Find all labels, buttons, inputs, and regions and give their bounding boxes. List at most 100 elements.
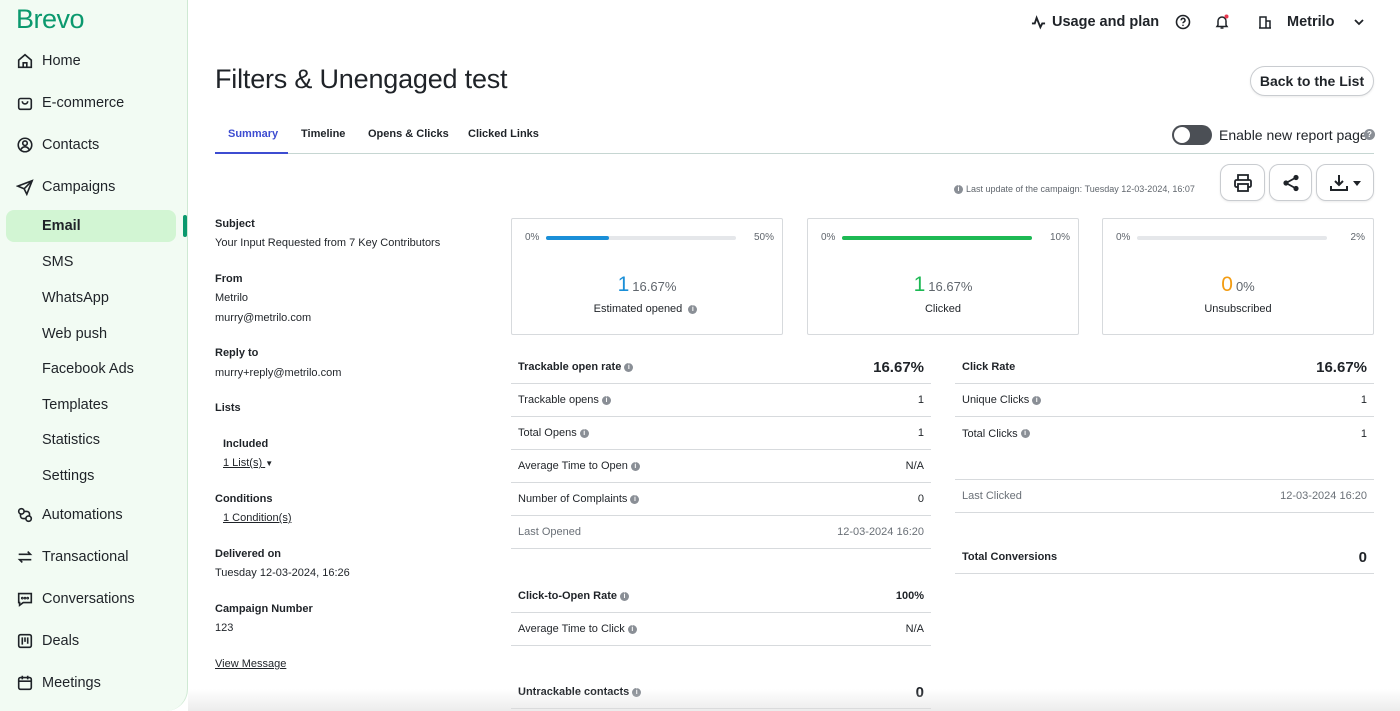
progress-track: [1137, 236, 1327, 240]
nav-automations-label: Automations: [42, 507, 123, 523]
info-icon[interactable]: i: [688, 304, 698, 314]
info-icon[interactable]: i: [601, 395, 611, 405]
trackable-opens-row: Trackable opens i 1: [511, 384, 931, 417]
tab-timeline[interactable]: Timeline: [301, 128, 345, 140]
tab-clicked-links[interactable]: Clicked Links: [468, 128, 539, 140]
automation-icon: [17, 507, 33, 523]
total-clicks-row: Total Clicks i 1: [955, 417, 1374, 450]
card-percent: 0%: [1235, 279, 1255, 294]
info-icon[interactable]: i: [579, 428, 589, 438]
nav-campaigns[interactable]: Campaigns: [16, 178, 115, 196]
share-button[interactable]: [1269, 164, 1312, 201]
tab-summary[interactable]: Summary: [228, 128, 278, 140]
conditions-link[interactable]: 1 Condition(s): [223, 512, 291, 524]
calendar-icon: [17, 675, 33, 691]
metric-value: 1: [1360, 427, 1367, 440]
total-conversions-row: Total Conversions 0: [955, 541, 1374, 574]
nav-statistics[interactable]: Statistics: [42, 432, 100, 448]
sidebar: Brevo Home E-commerce Contacts Campaigns…: [0, 0, 188, 711]
account-menu[interactable]: Metrilo: [1258, 14, 1365, 30]
nav-ecommerce[interactable]: E-commerce: [16, 94, 124, 112]
help-icon[interactable]: [1175, 14, 1191, 30]
info-icon[interactable]: i: [1020, 429, 1030, 438]
nav-meetings[interactable]: Meetings: [16, 674, 101, 692]
active-indicator: [183, 215, 187, 237]
last-clicked-row: Last Clicked 12-03-2024 16:20: [955, 479, 1374, 513]
metric-value: 1: [917, 394, 924, 406]
metric-label: Average Time to Click: [518, 623, 625, 635]
shopping-bag-icon: [17, 97, 33, 111]
card-count: 1: [913, 273, 926, 296]
info-icon[interactable]: i: [627, 624, 637, 634]
share-icon: [1282, 174, 1299, 191]
metric-value: 0: [917, 493, 924, 505]
card-label: Clicked: [924, 303, 962, 315]
nav-email-highlight[interactable]: [6, 210, 176, 242]
info-icon[interactable]: i: [630, 461, 640, 471]
complaints-row: Number of Complaints i 0: [511, 483, 931, 516]
reply-to-label: Reply to: [215, 347, 259, 359]
nav-contacts[interactable]: Contacts: [16, 136, 99, 154]
clicked-card: 0% 10% 1 16.67% Clicked: [807, 218, 1079, 335]
card-max: 50%: [753, 232, 774, 243]
trackable-open-rate-row: Trackable open rate i 16.67%: [511, 351, 931, 384]
from-label: From: [215, 273, 243, 285]
back-to-list-button[interactable]: Back to the List: [1250, 66, 1374, 96]
info-icon[interactable]: i: [624, 362, 634, 372]
metric-label: Total Opens: [518, 427, 577, 439]
last-update: i Last update of the campaign: Tuesday 1…: [951, 184, 1195, 194]
nav-email[interactable]: Email: [42, 218, 81, 234]
info-icon[interactable]: i: [620, 591, 630, 601]
usage-and-plan-button[interactable]: Usage and plan: [1031, 14, 1159, 30]
nav-templates[interactable]: Templates: [42, 397, 108, 413]
usage-label: Usage and plan: [1052, 14, 1160, 30]
card-label-text: Estimated opened: [593, 303, 683, 315]
card-count: 1: [617, 273, 630, 296]
brevo-logo[interactable]: Brevo: [16, 4, 85, 35]
nav-settings[interactable]: Settings: [42, 468, 94, 484]
contacts-icon: [17, 137, 33, 153]
nav-deals[interactable]: Deals: [16, 632, 79, 650]
nav-sms[interactable]: SMS: [42, 254, 73, 270]
nav-web-push[interactable]: Web push: [42, 326, 107, 342]
page-title: Filters & Unengaged test: [215, 64, 508, 94]
info-icon[interactable]: ?: [1364, 129, 1375, 140]
caret-down-icon: [1353, 180, 1361, 186]
bell-icon[interactable]: [1214, 14, 1230, 30]
print-button[interactable]: [1220, 164, 1265, 201]
avg-time-open-row: Average Time to Open i N/A: [511, 450, 931, 483]
download-button[interactable]: [1316, 164, 1374, 201]
toggle-knob: [1174, 127, 1190, 143]
info-icon[interactable]: i: [1032, 395, 1042, 405]
metric-value: 0: [1358, 548, 1367, 566]
unique-clicks-row: Unique Clicks i 1: [955, 384, 1374, 417]
campaign-number-label: Campaign Number: [215, 603, 313, 615]
nav-conversations[interactable]: Conversations: [16, 590, 135, 608]
included-label: Included: [223, 438, 269, 450]
progress-fill: [546, 236, 610, 240]
active-tab-underline: [215, 152, 288, 154]
lists-link[interactable]: 1 List(s) ▼: [223, 457, 273, 469]
metric-value: 100%: [895, 590, 924, 602]
progress-track: [842, 236, 1032, 240]
nav-facebook-ads[interactable]: Facebook Ads: [42, 361, 134, 377]
campaign-number-value: 123: [215, 622, 234, 634]
view-message-link[interactable]: View Message: [215, 658, 286, 670]
nav-whatsapp[interactable]: WhatsApp: [42, 290, 109, 306]
info-icon[interactable]: i: [630, 494, 640, 504]
card-min: 0%: [1116, 232, 1131, 243]
metric-label: Last Clicked: [962, 490, 1022, 502]
card-label: Estimated opened i: [512, 303, 782, 315]
nav-automations[interactable]: Automations: [16, 506, 123, 524]
card-percent: 16.67%: [928, 279, 973, 294]
tab-opens-clicks[interactable]: Opens & Clicks: [368, 128, 449, 140]
nav-transactional[interactable]: Transactional: [16, 548, 129, 566]
new-report-toggle[interactable]: [1172, 125, 1212, 145]
metric-label: Total Conversions: [962, 551, 1058, 563]
nav-home[interactable]: Home: [16, 52, 81, 70]
metric-label: Number of Complaints: [518, 493, 628, 505]
last-update-value: Tuesday 12-03-2024, 16:07: [1084, 184, 1195, 194]
card-min: 0%: [821, 232, 836, 243]
download-icon: [1330, 174, 1348, 191]
conditions-label: Conditions: [215, 493, 273, 505]
